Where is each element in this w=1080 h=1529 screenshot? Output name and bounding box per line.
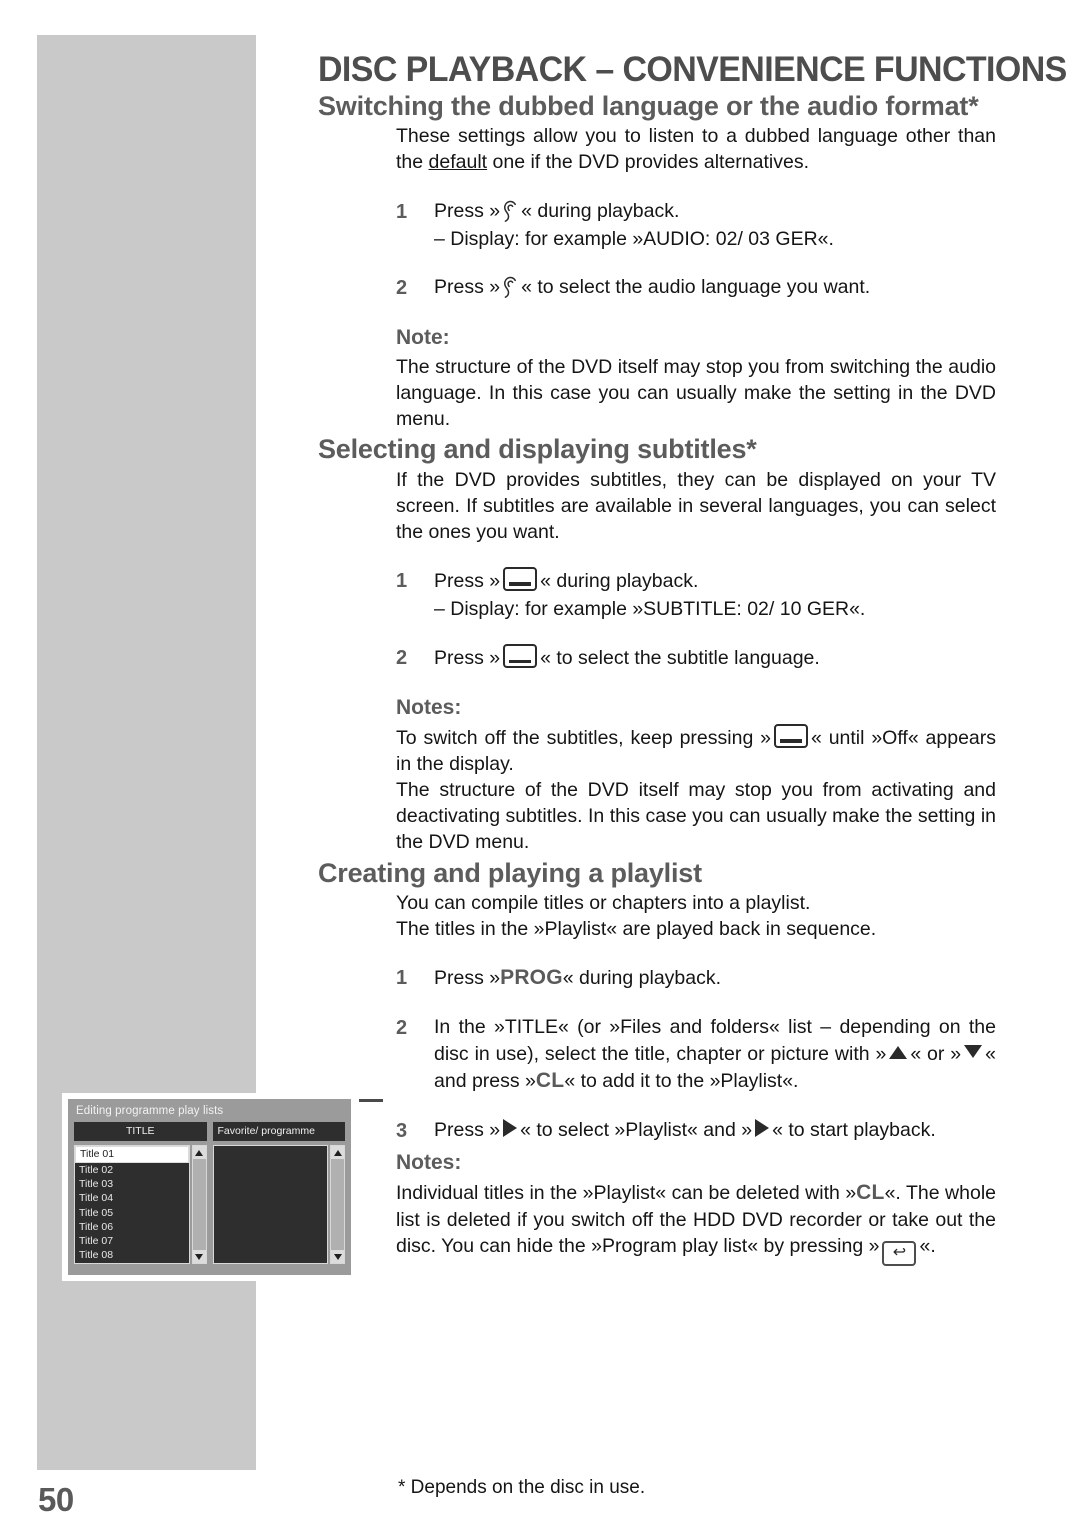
section-heading-audio: Switching the dubbed language or the aud…: [318, 90, 979, 121]
step-number: 1: [396, 200, 408, 223]
step-subline: – Display: for example »SUBTITLE: 02/ 10…: [434, 598, 866, 621]
audio-intro-paragraph: These settings allow you to listen to a …: [396, 123, 996, 175]
subtitles-intro-paragraph: If the DVD provides subtitles, they can …: [396, 468, 996, 543]
step-text: Press »PROG« during playback.: [434, 964, 996, 992]
step-text-b: « to select the subtitle language.: [540, 647, 820, 670]
screen-title: Editing programme play lists: [76, 1105, 224, 1117]
step-text-a: Press »: [434, 275, 501, 298]
list-item[interactable]: Title 01: [75, 1146, 189, 1163]
scroll-up-icon[interactable]: [192, 1146, 206, 1159]
subtitles-step-2: 2 Press » « to select the subtitle langua…: [396, 644, 996, 672]
step-text-a: Press »: [434, 967, 501, 990]
step-text-a: Press »: [434, 1118, 501, 1141]
cl-key-label: CL: [856, 1180, 885, 1204]
title-list-scrollbar[interactable]: [191, 1145, 207, 1264]
step-number: 2: [396, 1017, 408, 1040]
list-item[interactable]: Title 04: [75, 1191, 189, 1205]
scroll-down-icon[interactable]: [192, 1250, 206, 1263]
note-paragraph: The structure of the DVD itself may stop…: [396, 355, 996, 430]
step-text: Press » « to select the audio language yo…: [434, 274, 996, 302]
list-item[interactable]: Title 07: [75, 1234, 189, 1248]
list-item[interactable]: Title 05: [75, 1206, 189, 1220]
section-playlist-body: You can compile titles or chapters into …: [396, 890, 996, 1266]
content-column: DISC PLAYBACK – CONVENIENCE FUNCTIONS Sw…: [318, 0, 1067, 1266]
screen-columns: TITLE Title 01 Title 02 Title 03 Title 0…: [74, 1122, 345, 1264]
step-text: Press » « during playback. – Display: for…: [434, 198, 996, 252]
subtitle-icon: [774, 723, 808, 748]
section-subtitles-body: If the DVD provides subtitles, they can …: [396, 467, 996, 856]
step-number: 1: [396, 569, 408, 592]
notes-heading: Notes:: [396, 1150, 462, 1174]
step-text-d: « to add it to the »Playlist«.: [564, 1069, 799, 1092]
step-number: 2: [396, 276, 408, 299]
page-number: 50: [38, 1481, 74, 1518]
list-item[interactable]: Title 06: [75, 1220, 189, 1234]
section-heading-playlist: Creating and playing a playlist: [318, 857, 702, 888]
audio-intro-underlined: default: [428, 151, 488, 174]
device-screen: Editing programme play lists TITLE Title…: [68, 1099, 351, 1275]
note-text-a: To switch off the subtitles, keep pressi…: [396, 726, 771, 749]
section-heading-subtitles: Selecting and displaying subtitles*: [318, 433, 757, 464]
step-subline: – Display: for example »AUDIO: 02/ 03 GE…: [434, 227, 834, 250]
step-text-a: Press »: [434, 199, 501, 222]
arrow-right-icon: [503, 1118, 518, 1137]
subtitles-step-1: 1 Press » « during playback. – Display: f…: [396, 566, 996, 622]
return-key-icon: ↩: [882, 1240, 917, 1266]
subtitle-icon: [503, 566, 538, 591]
playlist-step-3: 3 Press » « to select »Playlist« and » « t…: [396, 1117, 996, 1145]
step-text-a: Press »: [434, 569, 501, 592]
step-text-b: « or »: [910, 1042, 962, 1065]
list-item[interactable]: Title 08: [75, 1248, 189, 1262]
audio-step-2: 2 Press » « to select the audio language …: [396, 274, 996, 302]
step-number: 2: [396, 647, 408, 670]
page-title: DISC PLAYBACK – CONVENIENCE FUNCTIONS: [318, 50, 1067, 89]
step-number: 1: [396, 967, 408, 990]
ear-icon: [502, 200, 519, 222]
playlist-step-2: 2 In the »TITLE« (or »Files and folders«…: [396, 1014, 996, 1094]
cl-key-label: CL: [535, 1068, 565, 1092]
step-text-b: « during playback.: [540, 569, 699, 592]
audio-intro-b: one if the DVD provides alternatives.: [487, 151, 810, 174]
page-footnote: * Depends on the disc in use.: [398, 1477, 646, 1498]
column-header-title: TITLE: [74, 1122, 207, 1141]
list-item[interactable]: Title 03: [75, 1177, 189, 1191]
favorite-list[interactable]: [212, 1145, 328, 1264]
prog-key-label: PROG: [500, 966, 563, 990]
playlist-intro-line-2: The titles in the »Playlist« are played …: [396, 918, 877, 941]
playlist-step-1: 1 Press »PROG« during playback.: [396, 964, 996, 992]
section-audio-body: These settings allow you to listen to a …: [396, 123, 996, 432]
step-text-a: Press »: [434, 647, 501, 670]
step-text: Press » « to select »Playlist« and » « to …: [434, 1117, 996, 1145]
title-list[interactable]: Title 01 Title 02 Title 03 Title 04 Titl…: [74, 1145, 190, 1264]
subtitles-note-2: The structure of the DVD itself may stop…: [396, 779, 996, 854]
note-text-c: «.: [919, 1234, 936, 1257]
step-text: In the »TITLE« (or »Files and folders« l…: [434, 1014, 996, 1094]
playlist-notes-paragraph: Individual titles in the »Playlist« can …: [396, 1179, 996, 1266]
audio-step-1: 1 Press » « during playback. – Display: f…: [396, 198, 996, 252]
list-item[interactable]: Title 02: [75, 1163, 189, 1177]
step-text: Press » « to select the subtitle language…: [434, 644, 996, 672]
arrow-up-icon: [889, 1045, 908, 1059]
step-text-b: « during playback.: [521, 199, 680, 222]
subtitles-note-1: To switch off the subtitles, keep pressi…: [396, 723, 996, 777]
title-listbox[interactable]: Title 01 Title 02 Title 03 Title 04 Titl…: [74, 1145, 207, 1264]
note-text-a: Individual titles in the »Playlist« can …: [396, 1181, 857, 1204]
arrow-down-icon: [964, 1044, 983, 1058]
device-screenshot-figure: Editing programme play lists TITLE Title…: [62, 1093, 357, 1281]
step-text: Press » « during playback. – Display: for…: [434, 566, 996, 622]
step-number: 3: [396, 1119, 408, 1142]
playlist-intro-line-1: You can compile titles or chapters into …: [396, 892, 811, 915]
step-text-b: « during playback.: [562, 967, 722, 990]
step-text-b: « to select the audio language you want.: [521, 275, 871, 298]
step-text-b: « to select »Playlist« and »: [520, 1118, 753, 1141]
step-text-c: « to start playback.: [772, 1118, 936, 1141]
play-icon: [755, 1118, 770, 1137]
notes-heading: Notes:: [396, 695, 462, 719]
subtitle-icon: [503, 644, 538, 669]
note-heading: Note:: [396, 325, 450, 349]
ear-icon: [502, 276, 519, 298]
screen-column-title: TITLE Title 01 Title 02 Title 03 Title 0…: [74, 1122, 207, 1264]
